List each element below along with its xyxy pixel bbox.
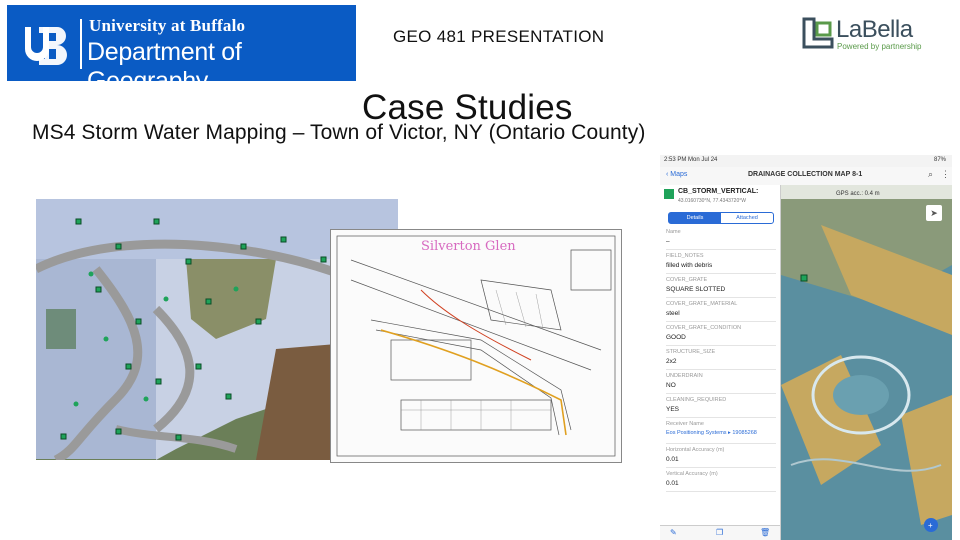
attribute-form: CB_STORM_VERTICAL: 43.0160730°N, 77.4343… (660, 185, 781, 540)
feature-icon (664, 189, 674, 199)
field-row[interactable]: UNDERDRAIN NO (666, 373, 776, 394)
accuracy-banner: GPS acc.: 0.4 m (836, 191, 880, 197)
labella-mark-icon (802, 17, 834, 49)
status-battery: 87% (933, 157, 946, 163)
tab-details[interactable]: Details (669, 213, 721, 223)
labella-name: LaBella (836, 16, 913, 43)
field-row[interactable]: FIELD_NOTES filled with debris (666, 253, 776, 274)
locate-icon[interactable]: ➤ (926, 205, 942, 221)
labella-tagline: Powered by partnership (837, 42, 922, 51)
field-row[interactable]: COVER_GRATE_MATERIAL steel (666, 301, 776, 322)
svg-text:+: + (928, 521, 933, 530)
tablet-map-title: DRAINAGE COLLECTION MAP 8-1 (748, 171, 863, 178)
ub-department-of-geography-logo: University at Buffalo Department of Geog… (7, 5, 356, 95)
field-row[interactable]: COVER_GRATE_CONDITION GOOD (666, 325, 776, 346)
feature-name: CB_STORM_VERTICAL: (678, 188, 759, 195)
site-plan-drawing: Silverton Glen (330, 229, 622, 463)
tab-attached[interactable]: Attached (721, 213, 773, 223)
field-row[interactable]: STRUCTURE_SIZE 2x2 (666, 349, 776, 370)
search-icon[interactable]: ⌕ (928, 169, 933, 180)
plan-handwriting: Silverton Glen (421, 239, 516, 254)
field-row[interactable]: COVER_GRATE SQUARE SLOTTED (666, 277, 776, 298)
department-name: Department of Geography (87, 38, 242, 95)
copy-icon[interactable]: ❐ (716, 528, 723, 537)
presentation-title: GEO 481 PRESENTATION (393, 27, 605, 46)
logo-divider (80, 19, 82, 69)
tablet-screenshot: 2:53 PM Mon Jul 24 87% ‹ Maps DRAINAGE C… (660, 155, 952, 540)
back-to-maps-link[interactable]: ‹ Maps (666, 171, 687, 178)
ub-monogram-icon (17, 27, 67, 65)
feature-coords: 43.0160730°N, 77.4343720°W (678, 198, 746, 204)
field-row[interactable]: Name – (666, 229, 776, 250)
university-name: University at Buffalo (89, 16, 246, 35)
tablet-header: ‹ Maps DRAINAGE COLLECTION MAP 8-1 ⌕ ⋮ (660, 167, 952, 186)
more-icon[interactable]: ⋮ (941, 169, 950, 180)
edit-icon[interactable]: ✎ (670, 528, 677, 537)
field-row[interactable]: Receiver Name Eos Positioning Systems ▸ 1… (666, 421, 776, 444)
field-row[interactable]: CLEANING_REQUIRED YES (666, 397, 776, 418)
field-row[interactable]: Horizontal Accuracy (m) 0.01 (666, 447, 776, 468)
field-row[interactable]: Vertical Accuracy (m) 0.01 (666, 471, 776, 492)
tablet-status-bar: 2:53 PM Mon Jul 24 87% (660, 155, 952, 167)
aerial-imagery-map[interactable]: GPS acc.: 0.4 m + ➤ (781, 185, 952, 540)
status-time: 2:53 PM Mon Jul 24 (664, 157, 718, 163)
slide-subtitle: MS4 Storm Water Mapping – Town of Victor… (32, 121, 646, 144)
delete-icon[interactable]: 🗑 (760, 528, 770, 537)
